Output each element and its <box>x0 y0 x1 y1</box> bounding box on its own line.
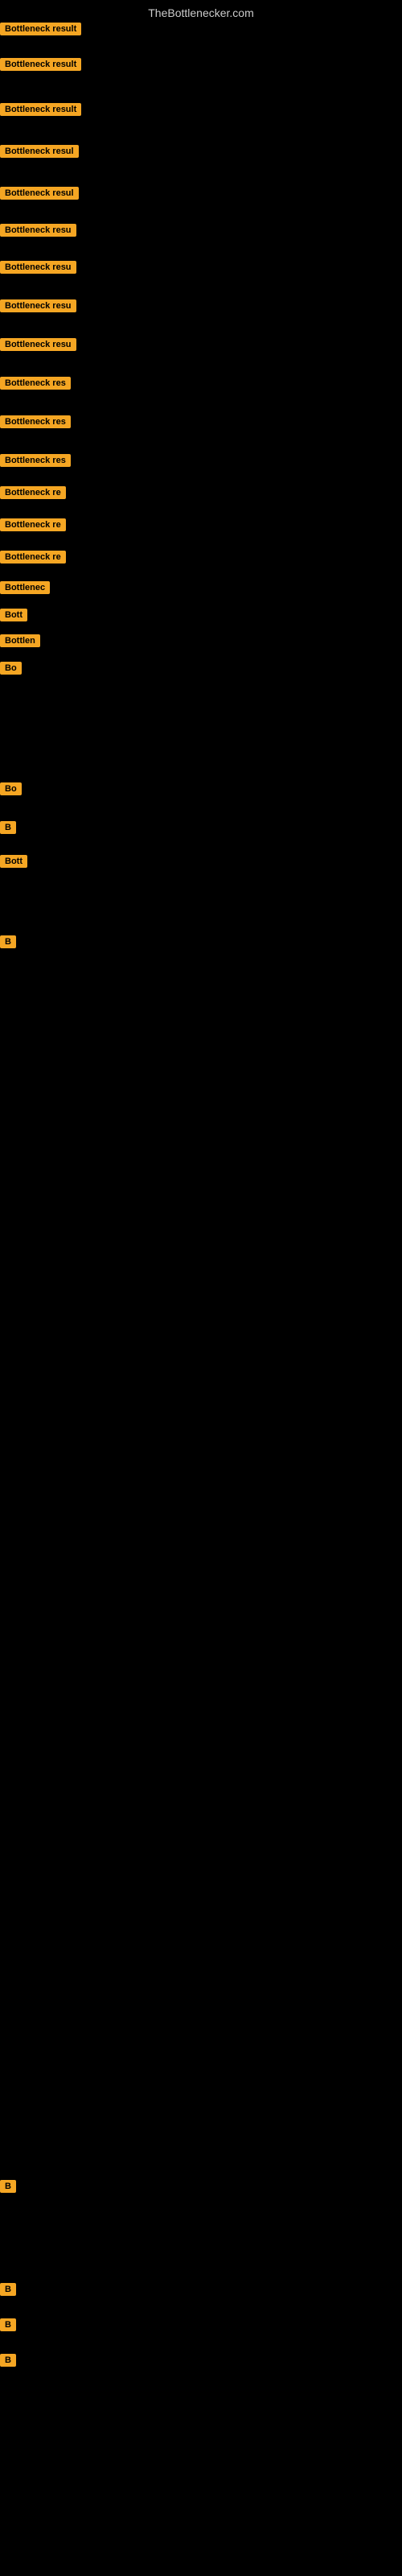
list-item: Bottleneck resu <box>0 261 76 278</box>
bottleneck-result-badge[interactable]: B <box>0 2180 16 2193</box>
bottleneck-result-badge[interactable]: B <box>0 2354 16 2367</box>
bottleneck-result-badge[interactable]: Bottleneck resu <box>0 299 76 312</box>
list-item: Bottleneck result <box>0 103 81 120</box>
list-item: Bottleneck res <box>0 415 71 432</box>
list-item: Bo <box>0 662 22 679</box>
list-item: Bottleneck resul <box>0 145 79 162</box>
list-item: B <box>0 2354 16 2371</box>
bottleneck-result-badge[interactable]: Bo <box>0 782 22 795</box>
list-item: Bottleneck resu <box>0 224 76 241</box>
list-item: Bottleneck resu <box>0 299 76 316</box>
list-item: Bottleneck res <box>0 454 71 471</box>
bottleneck-result-badge[interactable]: Bottleneck res <box>0 415 71 428</box>
list-item: Bottlen <box>0 634 40 651</box>
list-item: B <box>0 821 16 838</box>
list-item: Bottleneck res <box>0 377 71 394</box>
bottleneck-result-badge[interactable]: B <box>0 821 16 834</box>
bottleneck-result-badge[interactable]: Bott <box>0 609 27 621</box>
list-item: B <box>0 2318 16 2335</box>
list-item: B <box>0 2180 16 2197</box>
bottleneck-result-badge[interactable]: Bottleneck re <box>0 518 66 531</box>
bottleneck-result-badge[interactable]: Bottleneck result <box>0 103 81 116</box>
bottleneck-result-badge[interactable]: Bottleneck resul <box>0 145 79 158</box>
list-item: Bottleneck re <box>0 518 66 535</box>
bottleneck-result-badge[interactable]: Bottleneck resu <box>0 261 76 274</box>
bottleneck-result-badge[interactable]: Bott <box>0 855 27 868</box>
bottleneck-result-badge[interactable]: Bottleneck resu <box>0 224 76 237</box>
bottleneck-result-badge[interactable]: Bottleneck re <box>0 486 66 499</box>
list-item: Bottleneck re <box>0 551 66 568</box>
list-item: B <box>0 2283 16 2300</box>
bottleneck-result-badge[interactable]: B <box>0 2318 16 2331</box>
list-item: Bo <box>0 782 22 799</box>
list-item: Bott <box>0 609 27 625</box>
list-item: B <box>0 935 16 952</box>
bottleneck-result-badge[interactable]: Bottlenec <box>0 581 50 594</box>
list-item: Bottleneck result <box>0 58 81 75</box>
bottleneck-result-badge[interactable]: Bo <box>0 662 22 675</box>
bottleneck-result-badge[interactable]: Bottleneck res <box>0 377 71 390</box>
bottleneck-result-badge[interactable]: B <box>0 935 16 948</box>
bottleneck-result-badge[interactable]: Bottleneck re <box>0 551 66 564</box>
list-item: Bottleneck result <box>0 23 81 39</box>
bottleneck-result-badge[interactable]: B <box>0 2283 16 2296</box>
bottleneck-result-badge[interactable]: Bottlen <box>0 634 40 647</box>
bottleneck-result-badge[interactable]: Bottleneck result <box>0 23 81 35</box>
bottleneck-result-badge[interactable]: Bottleneck res <box>0 454 71 467</box>
list-item: Bottleneck re <box>0 486 66 503</box>
bottleneck-result-badge[interactable]: Bottleneck resu <box>0 338 76 351</box>
site-title: TheBottlenecker.com <box>0 0 402 23</box>
bottleneck-result-badge[interactable]: Bottleneck result <box>0 58 81 71</box>
bottleneck-result-badge[interactable]: Bottleneck resul <box>0 187 79 200</box>
list-item: Bottleneck resu <box>0 338 76 355</box>
list-item: Bottlenec <box>0 581 50 598</box>
list-item: Bott <box>0 855 27 872</box>
list-item: Bottleneck resul <box>0 187 79 204</box>
